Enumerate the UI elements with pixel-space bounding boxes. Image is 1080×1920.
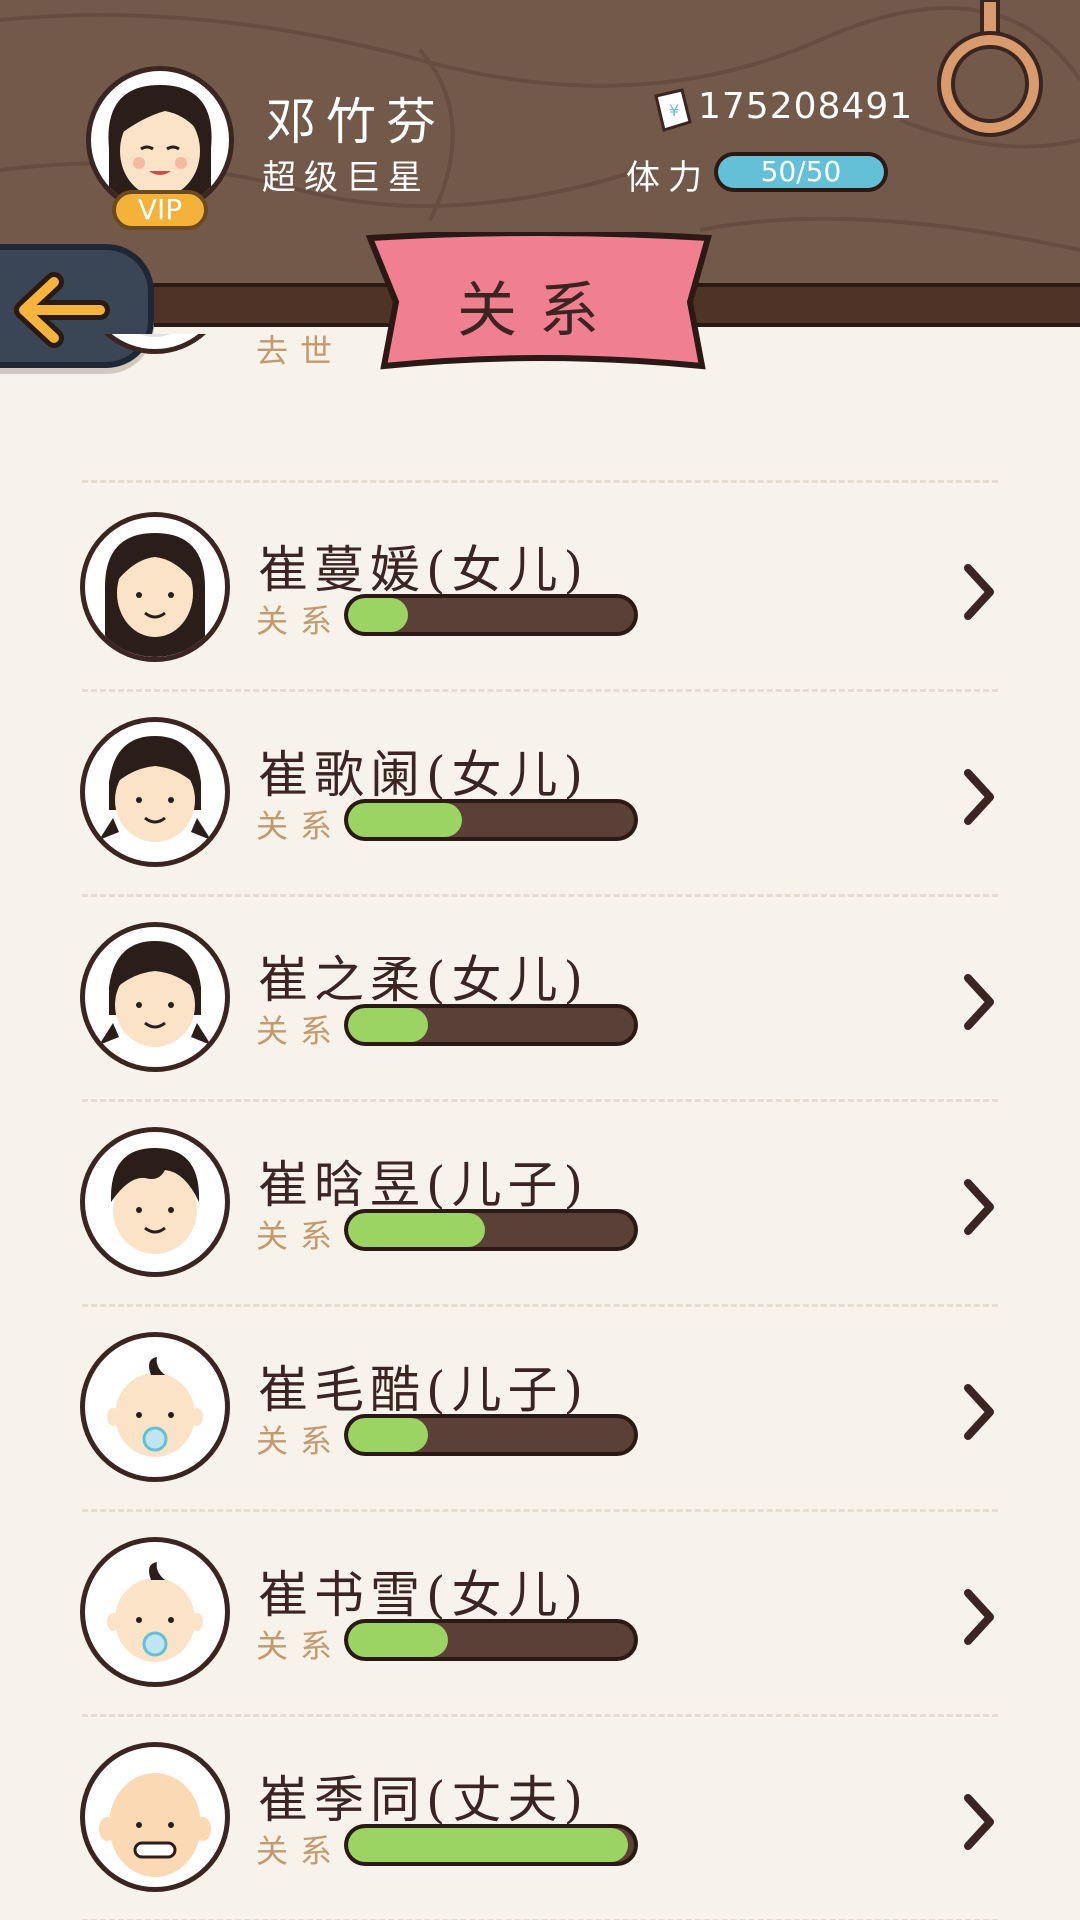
relation-list-item[interactable]: 崔毛酷(儿子) 关系: [0, 1304, 1080, 1509]
row-divider: [82, 480, 998, 483]
girl-pigtails-face-icon: [99, 941, 211, 1047]
avatar: [80, 1127, 230, 1277]
avatar: [80, 334, 230, 354]
relation-list-item[interactable]: 崔蔓媛(女儿) 关系: [0, 484, 1080, 689]
avatar: [80, 1332, 230, 1482]
relation-track: [348, 1623, 634, 1657]
stamina-label: 体力: [626, 158, 710, 198]
chevron-right-icon[interactable]: [962, 562, 998, 622]
bald-man-face-icon: [99, 1773, 211, 1877]
person-name: 崔书雪(女儿): [258, 1566, 590, 1624]
relation-label: 关系: [256, 1832, 345, 1870]
avatar: [80, 922, 230, 1072]
relation-bar: [344, 594, 638, 636]
person-name: 崔之柔(女儿): [258, 951, 590, 1009]
person-name: 崔蔓媛(女儿): [258, 541, 590, 599]
person-name: 崔晗昱(儿子): [258, 1156, 590, 1214]
relation-label: 关系: [256, 807, 345, 845]
status-label: 去世: [256, 334, 345, 370]
relation-bar: [344, 1414, 638, 1456]
relation-label: 关系: [256, 1627, 345, 1665]
chevron-right-icon[interactable]: [962, 1792, 998, 1852]
player-name: 邓竹芬: [266, 93, 446, 151]
relation-label: 关系: [256, 1422, 345, 1460]
person-name: 崔歌阑(女儿): [258, 746, 590, 804]
relation-label: 关系: [256, 1012, 345, 1050]
relation-label: 关系: [256, 1217, 345, 1255]
relation-list-item[interactable]: 崔书雪(女儿) 关系: [0, 1509, 1080, 1714]
relationship-list[interactable]: 去世 崔蔓媛(女儿) 关系 崔歌阑(女儿) 关系 崔之柔(女儿) 关系 崔晗昱(儿子) 关系崔…: [0, 334, 1080, 1920]
chevron-right-icon[interactable]: [962, 1587, 998, 1647]
relation-bar: [344, 1004, 638, 1046]
woman-face-icon: [108, 85, 212, 209]
chevron-right-icon[interactable]: [962, 1382, 998, 1442]
deceased-face-icon: [139, 334, 171, 337]
chevron-right-icon[interactable]: [962, 1177, 998, 1237]
chevron-right-icon[interactable]: [962, 972, 998, 1032]
relation-fill: [348, 598, 409, 632]
relation-list-item[interactable]: 崔季同(丈夫) 关系: [0, 1714, 1080, 1919]
relation-label: 关系: [256, 602, 345, 640]
player-title: 超级巨星: [262, 158, 430, 198]
girl-pigtails-face-icon: [99, 736, 211, 842]
relation-bar: [344, 799, 638, 841]
baby-face-icon: [107, 1357, 203, 1457]
baby-face-icon: [107, 1562, 203, 1662]
relation-track: [348, 1828, 634, 1862]
svg-text:¥: ¥: [669, 101, 679, 120]
girl-long-hair-face-icon: [105, 533, 205, 657]
avatar: [80, 717, 230, 867]
relation-track: [348, 803, 634, 837]
relation-fill: [348, 1623, 449, 1657]
relation-list-item[interactable]: 崔晗昱(儿子) 关系: [0, 1099, 1080, 1304]
list-item-partial[interactable]: 去世: [0, 334, 1080, 409]
avatar: [80, 1537, 230, 1687]
relation-track: [348, 598, 634, 632]
relation-track: [348, 1418, 634, 1452]
banknote-icon: ¥: [654, 88, 692, 132]
relation-track: [348, 1213, 634, 1247]
boy-face-icon: [110, 1148, 200, 1254]
relation-track: [348, 1008, 634, 1042]
avatar: [80, 1742, 230, 1892]
relation-bar: [344, 1209, 638, 1251]
relation-fill: [348, 1828, 629, 1862]
vip-badge: VIP: [112, 190, 208, 230]
relation-bar: [344, 1619, 638, 1661]
relation-fill: [348, 1008, 429, 1042]
relation-list-item[interactable]: 崔之柔(女儿) 关系: [0, 894, 1080, 1099]
relation-fill: [348, 803, 463, 837]
person-name: 崔毛酷(儿子): [258, 1361, 590, 1419]
stamina-value: 50/50: [760, 155, 842, 188]
avatar: [80, 512, 230, 662]
relation-list-item[interactable]: 崔歌阑(女儿) 关系: [0, 689, 1080, 894]
chevron-right-icon[interactable]: [962, 767, 998, 827]
person-name: 崔季同(丈夫): [258, 1771, 590, 1829]
money-value: 175208491: [698, 86, 914, 127]
relation-fill: [348, 1213, 486, 1247]
hanging-ring-icon[interactable]: [930, 0, 1050, 140]
relation-fill: [348, 1418, 429, 1452]
relation-bar: [344, 1824, 638, 1866]
